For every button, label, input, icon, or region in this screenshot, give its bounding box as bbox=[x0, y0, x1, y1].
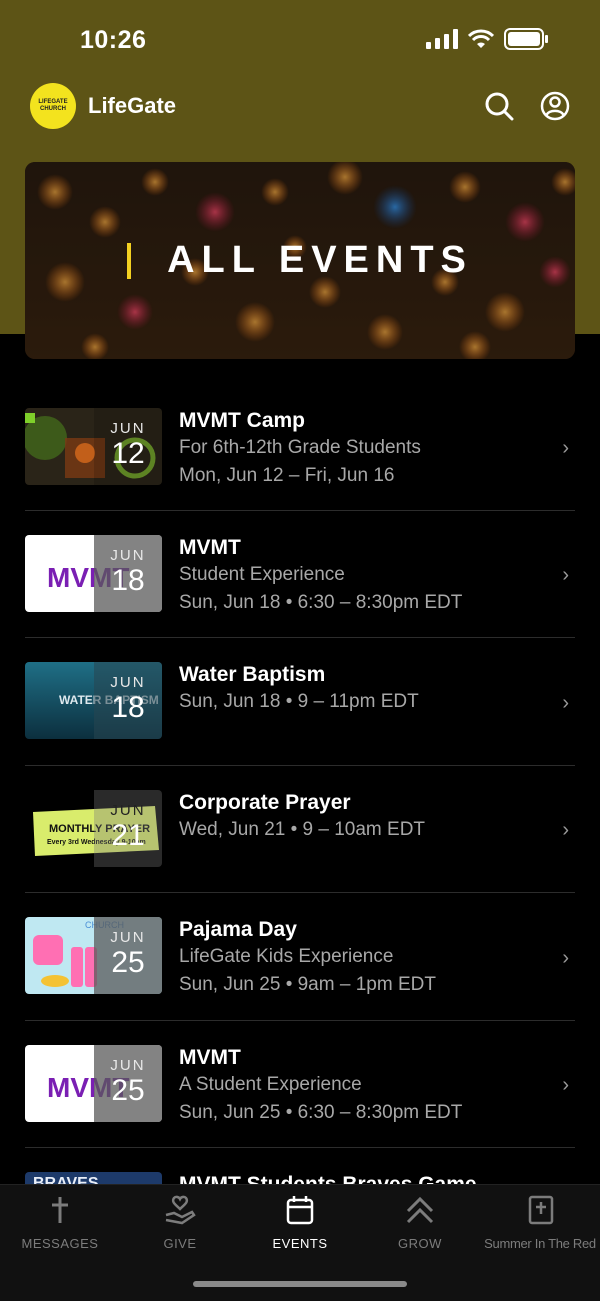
status-time: 10:26 bbox=[80, 26, 147, 54]
event-info: Corporate Prayer Wed, Jun 21 • 9 – 10am … bbox=[179, 790, 539, 844]
event-date-badge: JUN 18 bbox=[94, 535, 162, 612]
app-header: LIFEGATE CHURCH LifeGate bbox=[30, 82, 570, 130]
event-item[interactable]: MONTHLY PRAYER Every 3rd Wednesday 9-10a… bbox=[25, 766, 575, 893]
event-subtitle: LifeGate Kids Experience bbox=[179, 946, 394, 967]
event-info: MVMT A Student Experience Sun, Jun 25 • … bbox=[179, 1045, 539, 1127]
event-thumbnail: MVMT JUN 18 bbox=[25, 535, 162, 612]
event-month: JUN bbox=[110, 929, 146, 946]
event-title: MVMT Students Braves Game bbox=[179, 1172, 539, 1184]
event-thumbnail: BRAVES bbox=[25, 1172, 162, 1184]
event-thumbnail: MONTHLY PRAYER Every 3rd Wednesday 9-10a… bbox=[25, 790, 162, 867]
banner-title-wrap: ALL EVENTS bbox=[25, 162, 575, 359]
event-info: MVMT Students Braves Game bbox=[179, 1172, 539, 1184]
event-thumbnail: JUN 12 bbox=[25, 408, 162, 485]
tab-label: GIVE bbox=[163, 1236, 197, 1251]
chevron-right-icon: › bbox=[562, 437, 569, 459]
event-month: JUN bbox=[110, 674, 146, 691]
chevron-right-icon: › bbox=[562, 564, 569, 586]
event-thumbnail: MVMT JUN 25 bbox=[25, 1045, 162, 1122]
profile-icon[interactable] bbox=[540, 91, 570, 121]
event-title: Pajama Day bbox=[179, 918, 297, 941]
event-title: Corporate Prayer bbox=[179, 791, 351, 814]
event-title: MVMT bbox=[179, 536, 241, 559]
event-title: Water Baptism bbox=[179, 663, 326, 686]
event-datetime: Sun, Jun 18 • 6:30 – 8:30pm EDT bbox=[179, 592, 463, 613]
app-name: LifeGate bbox=[88, 93, 177, 118]
event-subtitle: Student Experience bbox=[179, 564, 345, 585]
event-title: MVMT bbox=[179, 1046, 241, 1069]
tab-label: GROW bbox=[398, 1236, 442, 1251]
event-thumbnail: CHURCH JUN 25 bbox=[25, 917, 162, 994]
give-heart-icon bbox=[165, 1195, 196, 1225]
event-subtitle: A Student Experience bbox=[179, 1074, 362, 1095]
logo-text: LIFEGATE CHURCH bbox=[38, 99, 68, 112]
event-date-badge: JUN 21 bbox=[94, 790, 162, 867]
event-day: 21 bbox=[111, 819, 145, 852]
event-day: 25 bbox=[111, 946, 145, 979]
event-month: JUN bbox=[110, 420, 146, 437]
event-month: JUN bbox=[110, 1057, 146, 1074]
event-date-badge: JUN 18 bbox=[94, 662, 162, 739]
event-datetime: Mon, Jun 12 – Fri, Jun 16 bbox=[179, 465, 395, 486]
tab-give[interactable]: GIVE bbox=[120, 1195, 240, 1251]
events-list: JUN 12 MVMT Camp For 6th-12th Grade Stud… bbox=[25, 384, 575, 1184]
tab-label: Summer In The Red bbox=[484, 1236, 596, 1251]
tab-grow[interactable]: GROW bbox=[360, 1195, 480, 1251]
chevron-right-icon: › bbox=[562, 819, 569, 841]
event-datetime: Wed, Jun 21 • 9 – 10am EDT bbox=[179, 819, 426, 840]
status-icons bbox=[426, 28, 548, 50]
chevron-right-icon: › bbox=[562, 691, 569, 714]
event-info: Pajama Day LifeGate Kids Experience Sun,… bbox=[179, 917, 539, 999]
event-month: JUN bbox=[110, 547, 146, 564]
event-date-badge: JUN 12 bbox=[94, 408, 162, 485]
signal-icon bbox=[426, 29, 458, 49]
event-item[interactable]: MVMT JUN 25 MVMT A Student Experience Su… bbox=[25, 1021, 575, 1148]
event-item[interactable]: MVMT JUN 18 MVMT Student Experience Sun,… bbox=[25, 511, 575, 638]
event-thumbnail: WATER BAPTISM JUN 18 bbox=[25, 662, 162, 739]
home-indicator[interactable] bbox=[193, 1281, 407, 1287]
chevrons-up-icon bbox=[406, 1196, 434, 1224]
tab-label: EVENTS bbox=[272, 1236, 328, 1251]
event-day: 18 bbox=[111, 691, 145, 724]
event-info: MVMT Camp For 6th-12th Grade Students Mo… bbox=[179, 408, 539, 490]
event-datetime: Sun, Jun 18 • 9 – 11pm EDT bbox=[179, 691, 419, 712]
church-logo[interactable]: LIFEGATE CHURCH bbox=[30, 83, 76, 129]
event-date-badge: JUN 25 bbox=[94, 917, 162, 994]
tab-events[interactable]: EVENTS bbox=[240, 1195, 360, 1251]
event-item[interactable]: BRAVES MVMT Students Braves Game bbox=[25, 1148, 575, 1184]
event-day: 25 bbox=[111, 1074, 145, 1107]
cross-icon bbox=[52, 1197, 68, 1223]
tab-messages[interactable]: MESSAGES bbox=[0, 1195, 120, 1251]
banner-title: ALL EVENTS bbox=[167, 239, 473, 281]
event-item[interactable]: CHURCH JUN 25 Pajama Day LifeGate Kids E… bbox=[25, 893, 575, 1021]
event-date-badge: JUN 25 bbox=[94, 1045, 162, 1122]
event-info: MVMT Student Experience Sun, Jun 18 • 6:… bbox=[179, 535, 539, 617]
event-info: Water Baptism Sun, Jun 18 • 9 – 11pm EDT bbox=[179, 662, 539, 716]
tab-summer-in-the-red[interactable]: Summer In The Red bbox=[480, 1195, 600, 1251]
event-datetime: Sun, Jun 25 • 9am – 1pm EDT bbox=[179, 974, 436, 995]
event-title: MVMT Camp bbox=[179, 409, 305, 432]
event-day: 12 bbox=[111, 437, 145, 470]
status-bar: 10:26 bbox=[0, 24, 600, 60]
event-item[interactable]: JUN 12 MVMT Camp For 6th-12th Grade Stud… bbox=[25, 384, 575, 511]
thumb-text: BRAVES bbox=[33, 1175, 99, 1184]
event-month: JUN bbox=[110, 802, 146, 819]
bible-icon bbox=[528, 1195, 554, 1225]
event-image: BRAVES bbox=[25, 1172, 162, 1184]
battery-icon bbox=[504, 28, 548, 50]
chevron-right-icon: › bbox=[562, 1074, 569, 1096]
event-item[interactable]: WATER BAPTISM JUN 18 Water Baptism Sun, … bbox=[25, 638, 575, 766]
all-events-banner: ALL EVENTS bbox=[25, 162, 575, 359]
calendar-icon bbox=[286, 1196, 314, 1225]
tab-label: MESSAGES bbox=[21, 1236, 99, 1251]
chevron-right-icon: › bbox=[562, 946, 569, 969]
wifi-icon bbox=[468, 29, 494, 48]
event-datetime: Sun, Jun 25 • 6:30 – 8:30pm EDT bbox=[179, 1102, 463, 1123]
event-subtitle: For 6th-12th Grade Students bbox=[179, 437, 421, 458]
banner-accent-bar bbox=[127, 242, 132, 279]
search-icon[interactable] bbox=[484, 91, 514, 121]
event-day: 18 bbox=[111, 564, 145, 597]
